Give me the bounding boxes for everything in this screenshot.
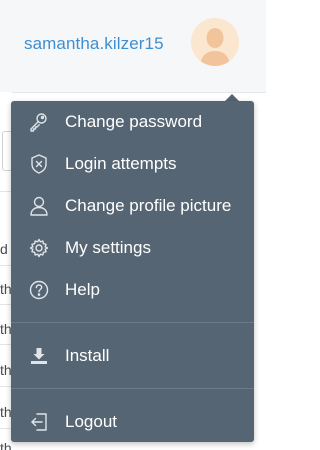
top-header: samantha.kilzer15 xyxy=(0,0,266,93)
menu-item-change-password[interactable]: Change password xyxy=(11,101,254,143)
user-avatar-icon[interactable] xyxy=(191,18,239,66)
menu-item-label: Change password xyxy=(65,112,203,131)
download-icon xyxy=(28,345,50,367)
menu-item-label: Login attempts xyxy=(65,154,177,173)
menu-item-help[interactable]: Help xyxy=(11,269,254,311)
help-icon xyxy=(28,279,50,301)
menu-item-label: Help xyxy=(65,280,100,299)
menu-item-install[interactable]: Install xyxy=(11,335,254,377)
menu-item-change-profile-picture[interactable]: Change profile picture xyxy=(11,185,254,227)
user-icon xyxy=(28,195,50,217)
key-icon xyxy=(28,111,50,133)
username-link[interactable]: samantha.kilzer15 xyxy=(24,34,164,54)
menu-item-label: Logout xyxy=(65,412,117,431)
menu-divider xyxy=(11,388,254,389)
menu-item-label: Change profile picture xyxy=(65,196,232,215)
page: samantha.kilzer15 d th th th th th Chang… xyxy=(0,0,266,450)
user-dropdown-menu: Change password Login attempts Change pr… xyxy=(11,101,254,442)
menu-divider xyxy=(11,322,254,323)
gear-icon xyxy=(28,237,50,259)
menu-item-label: My settings xyxy=(65,238,151,257)
shield-icon xyxy=(28,153,50,175)
menu-item-my-settings[interactable]: My settings xyxy=(11,227,254,269)
logout-icon xyxy=(28,411,50,433)
menu-item-login-attempts[interactable]: Login attempts xyxy=(11,143,254,185)
menu-item-logout[interactable]: Logout xyxy=(11,401,254,443)
menu-item-label: Install xyxy=(65,346,110,365)
